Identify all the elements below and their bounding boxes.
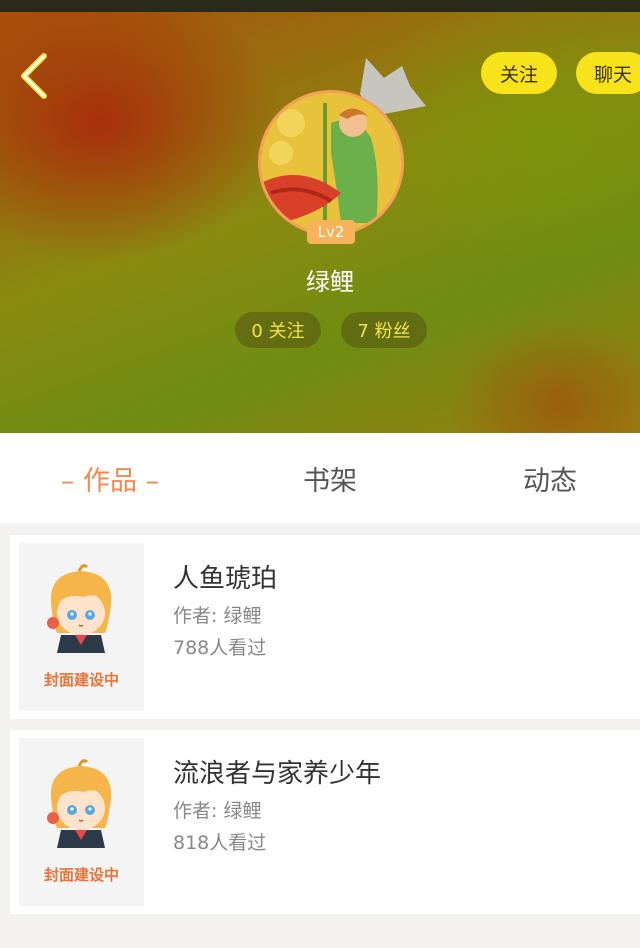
tab-moments[interactable]: 动态 [490, 433, 610, 523]
level-badge: Lv2 [307, 220, 355, 244]
fans-count[interactable]: 7 粉丝 [341, 312, 427, 348]
book-card[interactable]: 封面建设中 人鱼琥珀 作者: 绿鲤 788人看过 [10, 535, 640, 719]
book-views: 818人看过 [173, 832, 267, 854]
placeholder-mascot-icon [47, 564, 112, 653]
back-button[interactable] [14, 50, 58, 102]
tab-bar: – 作品 – 书架 动态 [0, 433, 640, 523]
cover-placeholder-label: 封面建设中 [43, 671, 119, 689]
tab-works[interactable]: – 作品 – [40, 433, 180, 523]
cover-placeholder-label: 封面建设中 [43, 866, 119, 884]
username: 绿鲤 [306, 268, 354, 296]
avatar[interactable] [258, 90, 404, 236]
following-count[interactable]: 0 关注 [235, 312, 321, 348]
status-bar [0, 0, 640, 12]
book-cover: 封面建设中 [19, 543, 144, 711]
chevron-left-icon [21, 53, 47, 99]
avatar-image [258, 90, 404, 236]
book-title: 人鱼琥珀 [173, 564, 278, 594]
book-views: 788人看过 [173, 637, 267, 659]
book-cover: 封面建设中 [19, 738, 144, 906]
book-author: 作者: 绿鲤 [173, 800, 262, 822]
chat-button[interactable]: 聊天 [576, 52, 640, 94]
book-author: 作者: 绿鲤 [173, 605, 262, 627]
book-title: 流浪者与家养少年 [173, 759, 382, 789]
tab-bookshelf[interactable]: 书架 [270, 433, 390, 523]
book-card[interactable]: 封面建设中 流浪者与家养少年 作者: 绿鲤 818人看过 [10, 730, 640, 914]
follow-button[interactable]: 关注 [481, 52, 557, 94]
placeholder-mascot-icon [47, 759, 112, 848]
